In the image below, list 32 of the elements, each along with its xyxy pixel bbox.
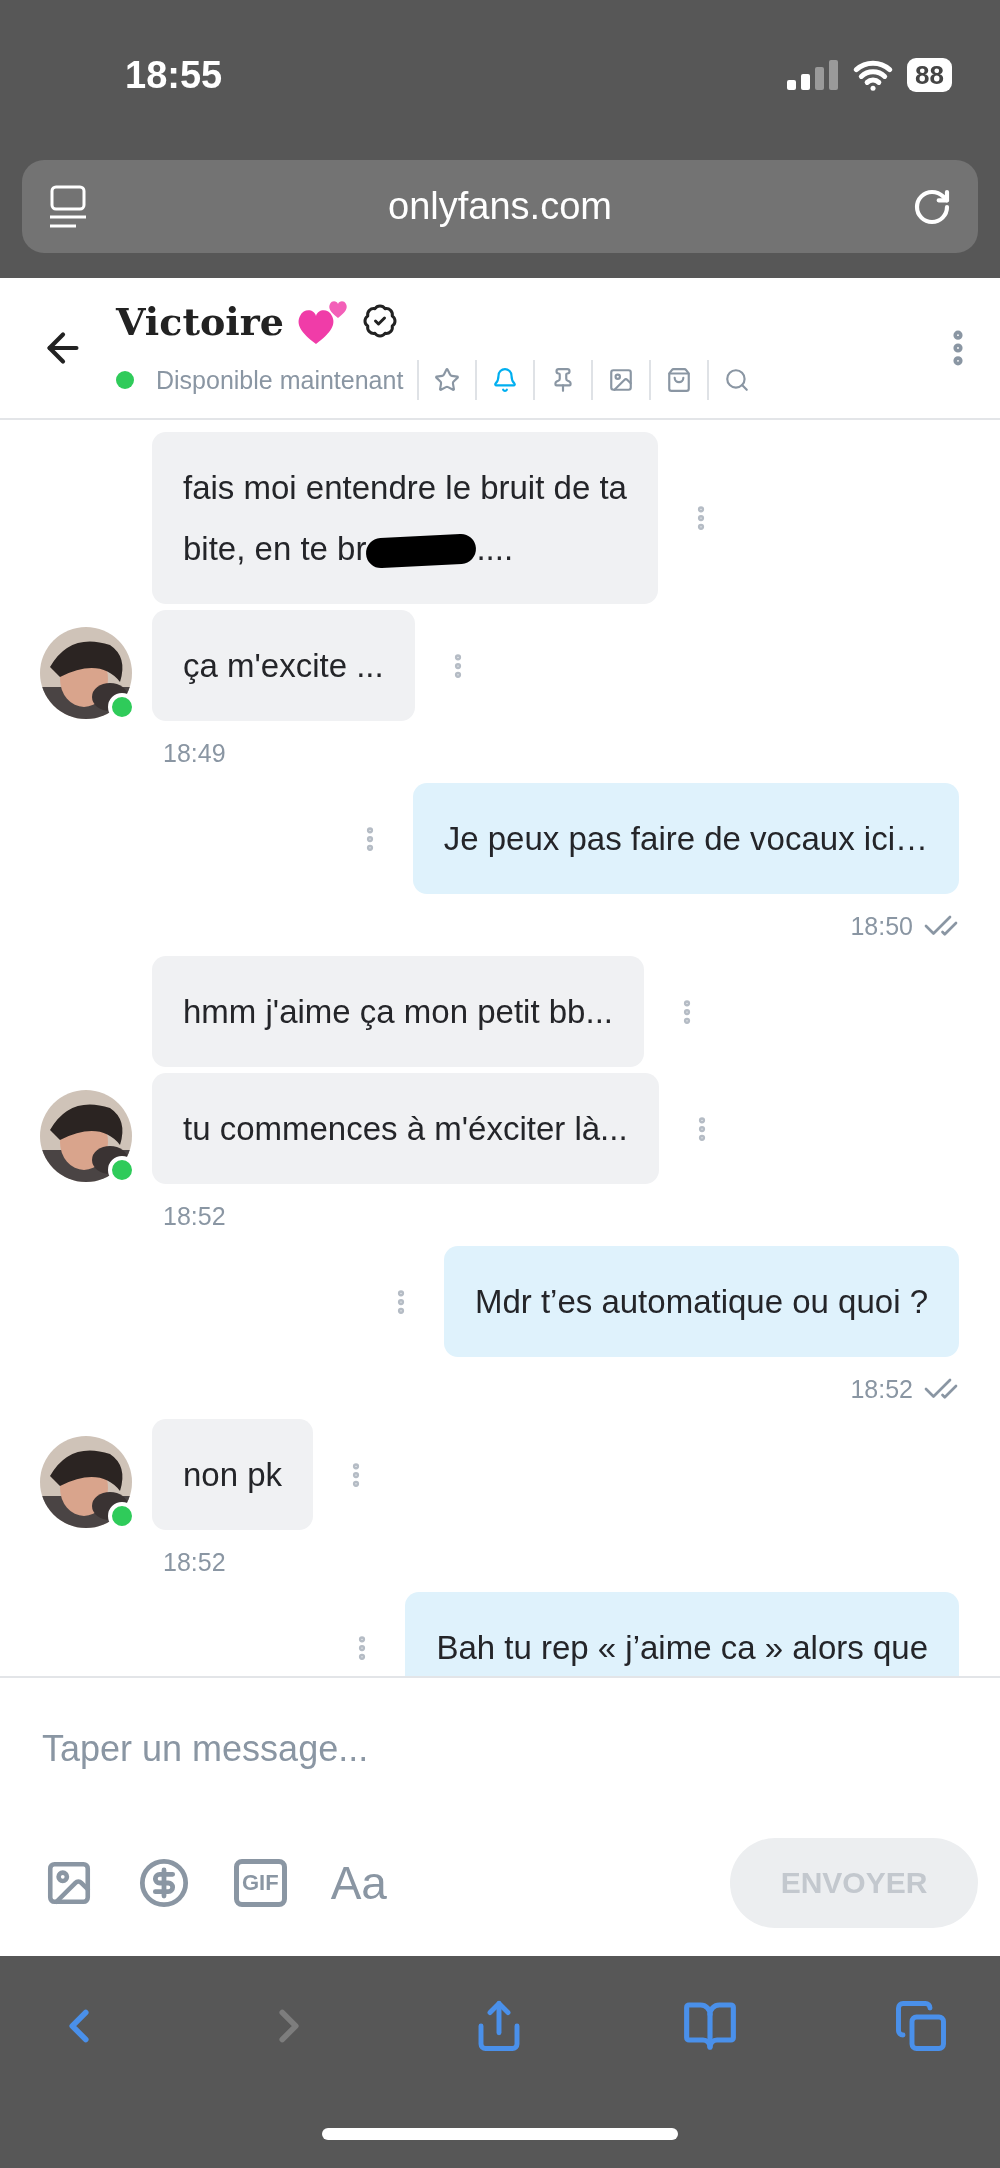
message-text: .... — [476, 530, 514, 567]
status-time: 18:55 — [125, 53, 223, 97]
message-bubble: hmm j'aime ça mon petit bb... — [152, 956, 644, 1067]
message-bubble: ça m'excite ... — [152, 610, 415, 721]
battery-indicator: 88 — [907, 58, 952, 92]
image-icon[interactable] — [608, 367, 635, 393]
message-bubble: non pk — [152, 1419, 314, 1530]
reader-icon[interactable] — [48, 184, 88, 229]
gif-button[interactable]: GIF — [234, 1859, 287, 1907]
message-bubble: Je peux pas faire de vocaux ici… — [412, 783, 959, 894]
bell-icon[interactable] — [492, 367, 519, 393]
message-bubble: tu commences à m'éxciter là... — [152, 1073, 659, 1184]
message-time: 18:52 — [163, 1547, 226, 1577]
text-format-button[interactable]: Aa — [330, 1856, 387, 1910]
message-text: fais moi entendre le bruit de ta — [183, 469, 627, 506]
message-time: 18:52 — [163, 1201, 226, 1231]
search-icon[interactable] — [724, 367, 751, 393]
dollar-icon[interactable] — [138, 1857, 190, 1909]
status-text: Disponible maintenant — [156, 365, 405, 395]
bag-icon[interactable] — [666, 367, 693, 393]
message-time: 18:50 — [850, 911, 913, 941]
url-text[interactable]: onlyfans.com — [388, 185, 612, 228]
star-icon[interactable] — [434, 367, 461, 393]
signal-icon — [787, 60, 840, 90]
message-time: 18:52 — [850, 1374, 913, 1404]
tabs-icon[interactable] — [894, 1999, 948, 2053]
message-text: bite, en te br — [183, 530, 367, 567]
message-bubble: Mdr t’es automatique ou quoi ? — [443, 1246, 959, 1357]
contact-name: Victoire — [116, 298, 284, 344]
address-bar[interactable]: onlyfans.com — [22, 160, 978, 253]
message-time: 18:49 — [163, 738, 226, 768]
message-bubble: Bah tu rep « j’aime ca » alors que — [405, 1592, 959, 1676]
